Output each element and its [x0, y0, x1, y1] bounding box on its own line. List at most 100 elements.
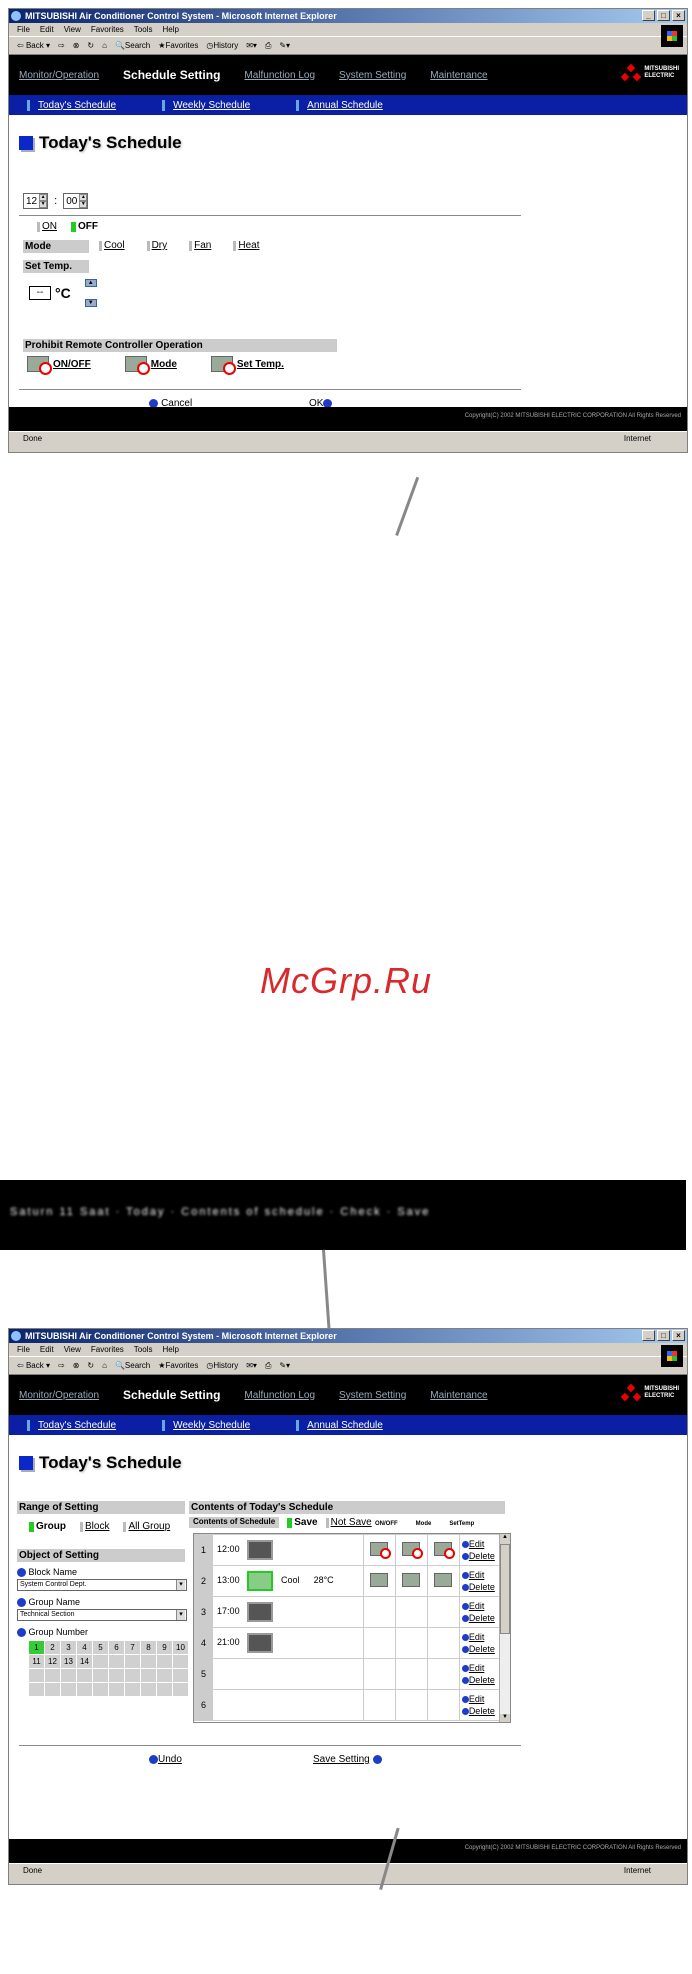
group-number-cell[interactable]: [109, 1683, 124, 1696]
group-number-cell[interactable]: [173, 1669, 188, 1682]
stop-icon[interactable]: ⊗: [73, 37, 80, 54]
group-number-cell[interactable]: [125, 1683, 140, 1696]
group-number-cell[interactable]: 5: [93, 1641, 108, 1654]
down-icon[interactable]: ▼: [39, 201, 48, 208]
maximize-icon[interactable]: □: [657, 10, 670, 21]
up-icon[interactable]: ▲: [79, 194, 88, 201]
forward-icon[interactable]: ⇨: [58, 37, 65, 54]
mode-fan[interactable]: Fan: [189, 240, 211, 251]
menu-help[interactable]: Help: [162, 23, 178, 36]
group-number-cell[interactable]: 2: [45, 1641, 60, 1654]
scroll-thumb[interactable]: [500, 1544, 510, 1634]
not-save-option[interactable]: Not Save: [325, 1517, 372, 1528]
edit-button[interactable]: Edit: [461, 1693, 499, 1705]
group-number-cell[interactable]: [157, 1669, 172, 1682]
group-number-cell[interactable]: [173, 1683, 188, 1696]
undo-button[interactable]: Undo: [149, 1753, 182, 1765]
group-number-cell[interactable]: [125, 1669, 140, 1682]
close-icon[interactable]: ×: [672, 1330, 685, 1341]
group-number-cell[interactable]: 12: [45, 1655, 60, 1668]
group-number-cell[interactable]: [125, 1655, 140, 1668]
delete-button[interactable]: Delete: [461, 1612, 499, 1624]
save-setting-button[interactable]: Save Setting: [313, 1753, 382, 1765]
close-icon[interactable]: ×: [672, 10, 685, 21]
temp-up-icon[interactable]: ▲: [84, 279, 97, 287]
menu-file[interactable]: File: [17, 1343, 30, 1356]
menu-tools[interactable]: Tools: [134, 1343, 153, 1356]
edit-button[interactable]: Edit: [461, 1662, 499, 1674]
group-number-cell[interactable]: [109, 1655, 124, 1668]
group-number-cell[interactable]: [45, 1669, 60, 1682]
group-number-cell[interactable]: [77, 1669, 92, 1682]
group-number-cell[interactable]: [157, 1655, 172, 1668]
edit-button[interactable]: Edit: [461, 1631, 499, 1643]
delete-button[interactable]: Delete: [461, 1550, 499, 1562]
edit-button[interactable]: Edit: [461, 1600, 499, 1612]
range-group[interactable]: Group: [29, 1521, 66, 1532]
minimize-icon[interactable]: _: [642, 1330, 655, 1341]
group-number-cell[interactable]: [29, 1683, 44, 1696]
delete-button[interactable]: Delete: [461, 1674, 499, 1686]
history-button[interactable]: ◷History: [206, 1357, 238, 1374]
group-number-cell[interactable]: 3: [61, 1641, 76, 1654]
search-button[interactable]: 🔍Search: [115, 1357, 150, 1374]
scroll-down-icon[interactable]: ▼: [500, 1714, 510, 1722]
group-number-cell[interactable]: [29, 1669, 44, 1682]
save-option[interactable]: Save: [287, 1517, 318, 1528]
nav-schedule[interactable]: Schedule Setting: [123, 1388, 220, 1402]
group-number-cell[interactable]: [93, 1683, 108, 1696]
hour-stepper[interactable]: 12 ▲ ▼: [23, 193, 49, 209]
nav-maintenance[interactable]: Maintenance: [430, 70, 487, 81]
search-button[interactable]: 🔍Search: [115, 37, 150, 54]
scrollbar[interactable]: ▲ ▼: [499, 1534, 510, 1722]
menu-edit[interactable]: Edit: [40, 23, 54, 36]
range-block[interactable]: Block: [80, 1521, 109, 1532]
menu-tools[interactable]: Tools: [134, 23, 153, 36]
group-number-cell[interactable]: [141, 1683, 156, 1696]
group-number-cell[interactable]: [93, 1669, 108, 1682]
row-content[interactable]: 12:00: [212, 1534, 364, 1566]
nav-monitor[interactable]: Monitor/Operation: [19, 70, 99, 81]
menu-edit[interactable]: Edit: [40, 1343, 54, 1356]
group-number-cell[interactable]: [141, 1655, 156, 1668]
group-number-cell[interactable]: 9: [157, 1641, 172, 1654]
nav-system[interactable]: System Setting: [339, 1390, 406, 1401]
group-number-cell[interactable]: [61, 1669, 76, 1682]
delete-button[interactable]: Delete: [461, 1705, 499, 1717]
down-icon[interactable]: ▼: [79, 201, 88, 208]
row-content[interactable]: [212, 1658, 364, 1690]
block-name-select[interactable]: System Control Dept.: [17, 1579, 187, 1591]
back-button[interactable]: ⇦ Back ▾: [17, 37, 50, 54]
temp-down-icon[interactable]: ▼: [84, 299, 97, 307]
group-number-cell[interactable]: [61, 1683, 76, 1696]
subnav-annual[interactable]: Annual Schedule: [296, 99, 383, 111]
subnav-weekly[interactable]: Weekly Schedule: [162, 99, 250, 111]
group-number-cell[interactable]: [45, 1683, 60, 1696]
maximize-icon[interactable]: □: [657, 1330, 670, 1341]
group-number-cell[interactable]: [157, 1683, 172, 1696]
subnav-today[interactable]: Today's Schedule: [27, 1419, 116, 1431]
menu-view[interactable]: View: [64, 23, 81, 36]
home-icon[interactable]: ⌂: [102, 1357, 107, 1374]
nav-schedule[interactable]: Schedule Setting: [123, 68, 220, 82]
group-number-cell[interactable]: 10: [173, 1641, 188, 1654]
group-number-cell[interactable]: 14: [77, 1655, 92, 1668]
group-number-cell[interactable]: [109, 1669, 124, 1682]
off-option[interactable]: OFF: [71, 221, 98, 232]
delete-button[interactable]: Delete: [461, 1581, 499, 1593]
row-content[interactable]: [212, 1689, 364, 1721]
menu-favorites[interactable]: Favorites: [91, 1343, 124, 1356]
row-content[interactable]: 13:00 Cool 28°C: [212, 1565, 364, 1597]
subnav-weekly[interactable]: Weekly Schedule: [162, 1419, 250, 1431]
group-number-cell[interactable]: 7: [125, 1641, 140, 1654]
menu-help[interactable]: Help: [162, 1343, 178, 1356]
edit-icon[interactable]: ✎▾: [279, 37, 290, 54]
print-icon[interactable]: ⎙: [265, 37, 271, 54]
menu-file[interactable]: File: [17, 23, 30, 36]
group-number-cell[interactable]: 13: [61, 1655, 76, 1668]
subnav-annual[interactable]: Annual Schedule: [296, 1419, 383, 1431]
subnav-today[interactable]: Today's Schedule: [27, 99, 116, 111]
refresh-icon[interactable]: ↻: [87, 1357, 94, 1374]
nav-malfunction[interactable]: Malfunction Log: [244, 70, 315, 81]
group-number-cell[interactable]: [77, 1683, 92, 1696]
